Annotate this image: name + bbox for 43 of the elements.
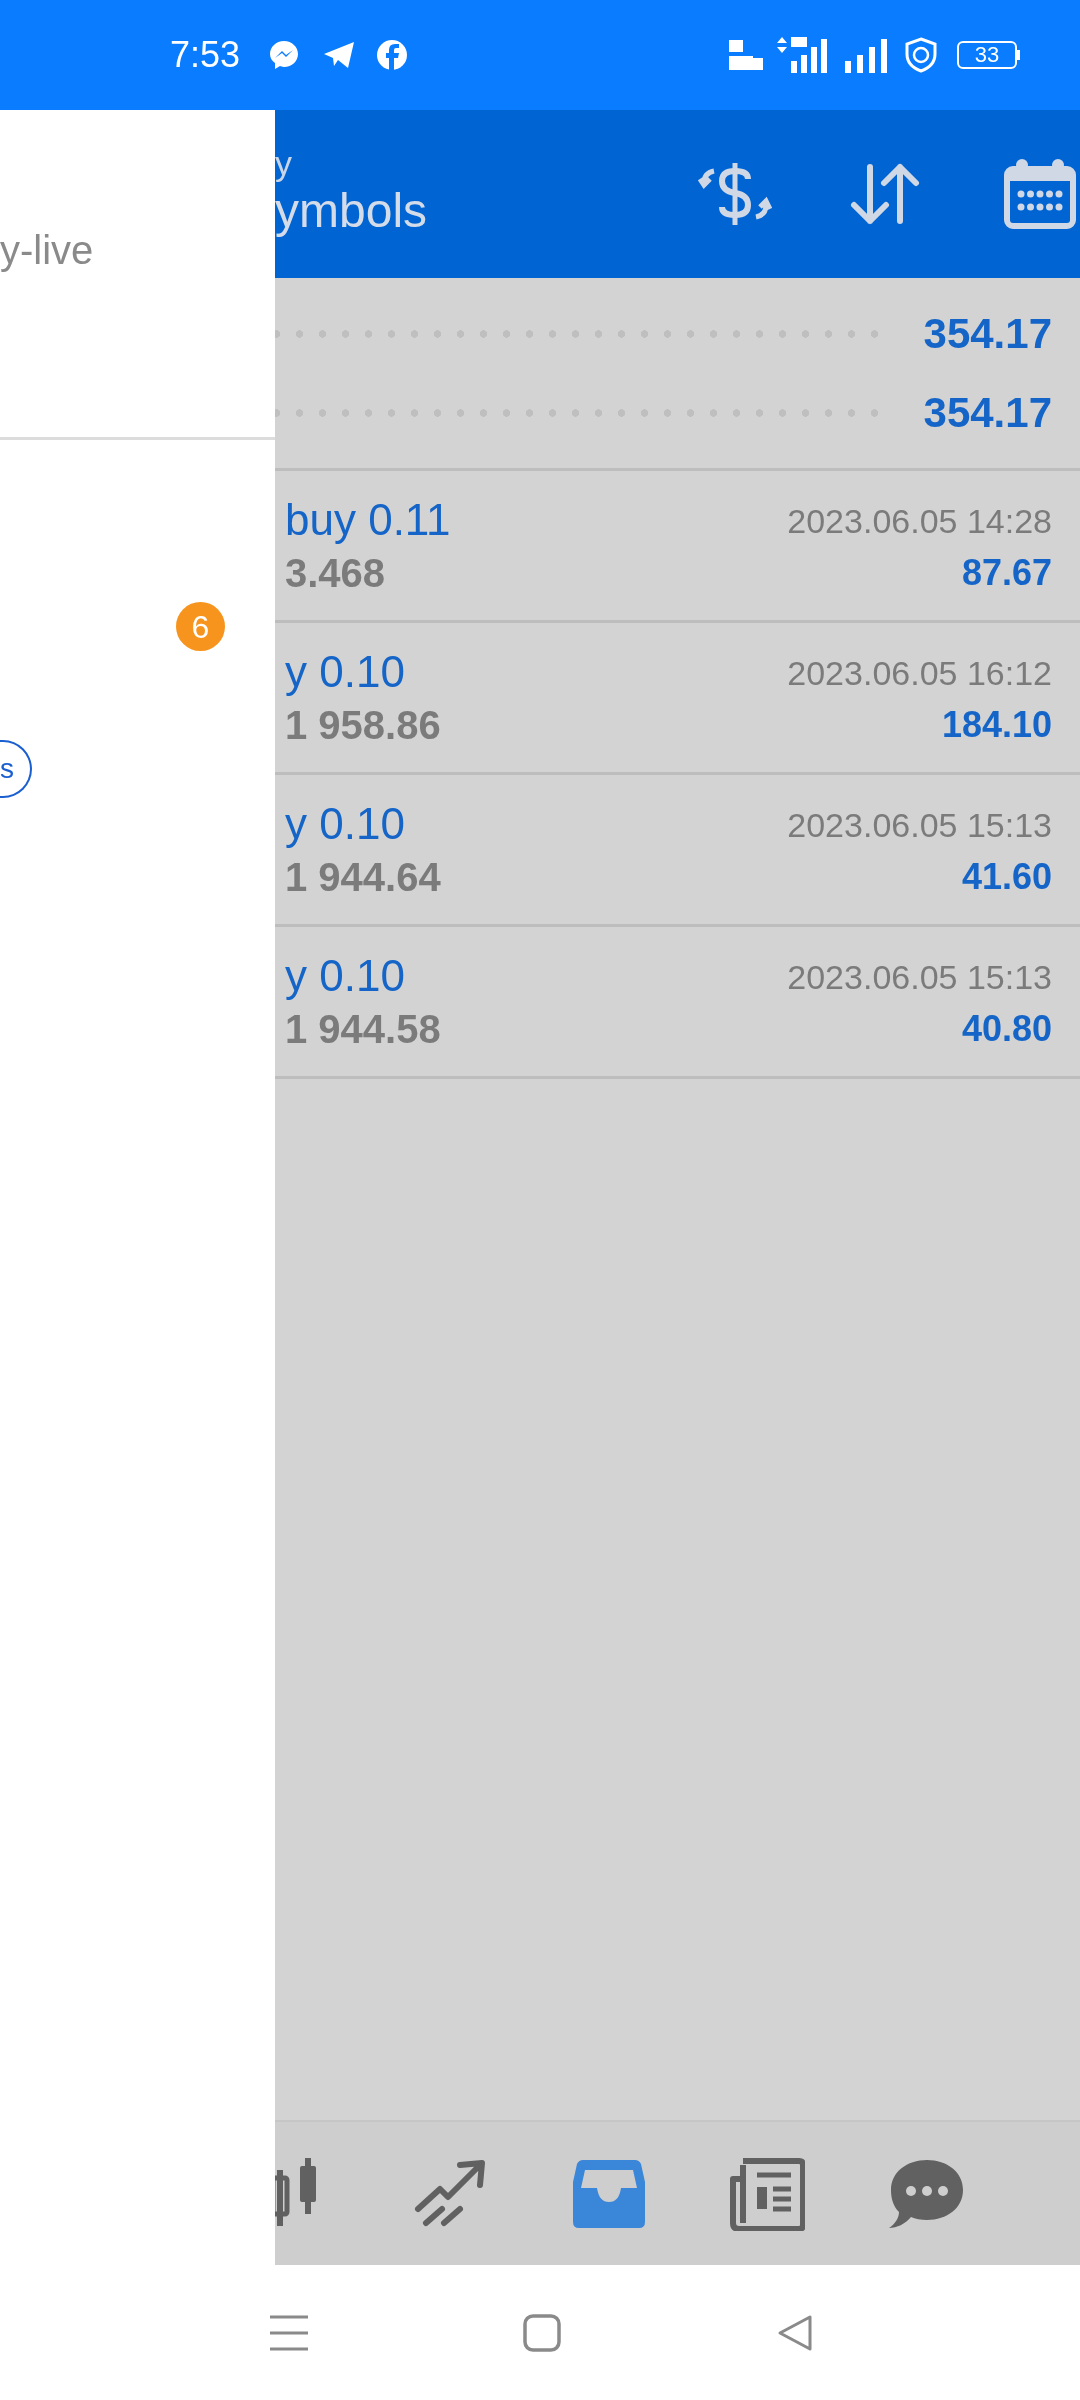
menu-icon[interactable] (270, 2314, 308, 2351)
trade-row[interactable]: y 0.10 1 958.86 2023.06.05 16:12 184.10 (275, 623, 1080, 775)
inbox-icon[interactable] (573, 2159, 645, 2228)
trade-row[interactable]: y 0.10 1 944.58 2023.06.05 15:13 40.80 (275, 927, 1080, 1079)
outlined-chip[interactable]: s (0, 740, 32, 798)
toolbar-title: y (275, 143, 293, 183)
home-square-icon[interactable] (523, 2313, 561, 2352)
currency-exchange-icon[interactable] (698, 161, 772, 227)
trade-title: buy 0.11 (285, 493, 451, 546)
trade-time: 2023.06.05 14:28 (787, 500, 1052, 542)
summary-value: 354.17 (923, 309, 1052, 359)
newspaper-icon[interactable] (729, 2156, 805, 2231)
signal-icon (845, 37, 889, 73)
notification-badge: 6 (176, 602, 225, 651)
toolbar-subtitle: ymbols (275, 183, 429, 239)
clock: 7:53 (170, 33, 241, 77)
trade-price: 1 944.64 (285, 853, 441, 901)
messenger-icon (268, 39, 301, 71)
trade-profit: 41.60 (961, 854, 1052, 899)
shield-icon (905, 37, 937, 73)
account-name: y-live (0, 227, 95, 274)
trade-title: y 0.10 (285, 797, 406, 850)
back-triangle-icon[interactable] (776, 2313, 814, 2352)
chat-bubble-icon[interactable] (889, 2157, 965, 2230)
summary-value: 354.17 (923, 388, 1052, 438)
trade-price: 1 958.86 (285, 701, 441, 749)
sort-arrows-icon[interactable] (850, 163, 920, 225)
trade-time: 2023.06.05 16:12 (787, 652, 1052, 694)
trade-time: 2023.06.05 15:13 (787, 804, 1052, 846)
battery-level: 33 (957, 41, 1017, 69)
trade-time: 2023.06.05 15:13 (787, 956, 1052, 998)
trade-row[interactable]: y 0.10 1 944.64 2023.06.05 15:13 41.60 (275, 775, 1080, 927)
trade-price: 1 944.58 (285, 1005, 441, 1053)
trade-title: y 0.10 (285, 949, 406, 1002)
trade-profit: 40.80 (961, 1006, 1052, 1051)
paper-plane-icon (322, 40, 357, 70)
facebook-icon (376, 39, 409, 71)
trade-title: y 0.10 (285, 645, 406, 698)
calendar-icon[interactable] (1004, 159, 1076, 229)
trade-profit: 87.67 (961, 550, 1052, 595)
trade-profit: 184.10 (941, 702, 1052, 747)
trade-price: 3.468 (285, 549, 387, 597)
trade-row[interactable]: buy 0.11 3.468 2023.06.05 14:28 87.67 (275, 471, 1080, 623)
